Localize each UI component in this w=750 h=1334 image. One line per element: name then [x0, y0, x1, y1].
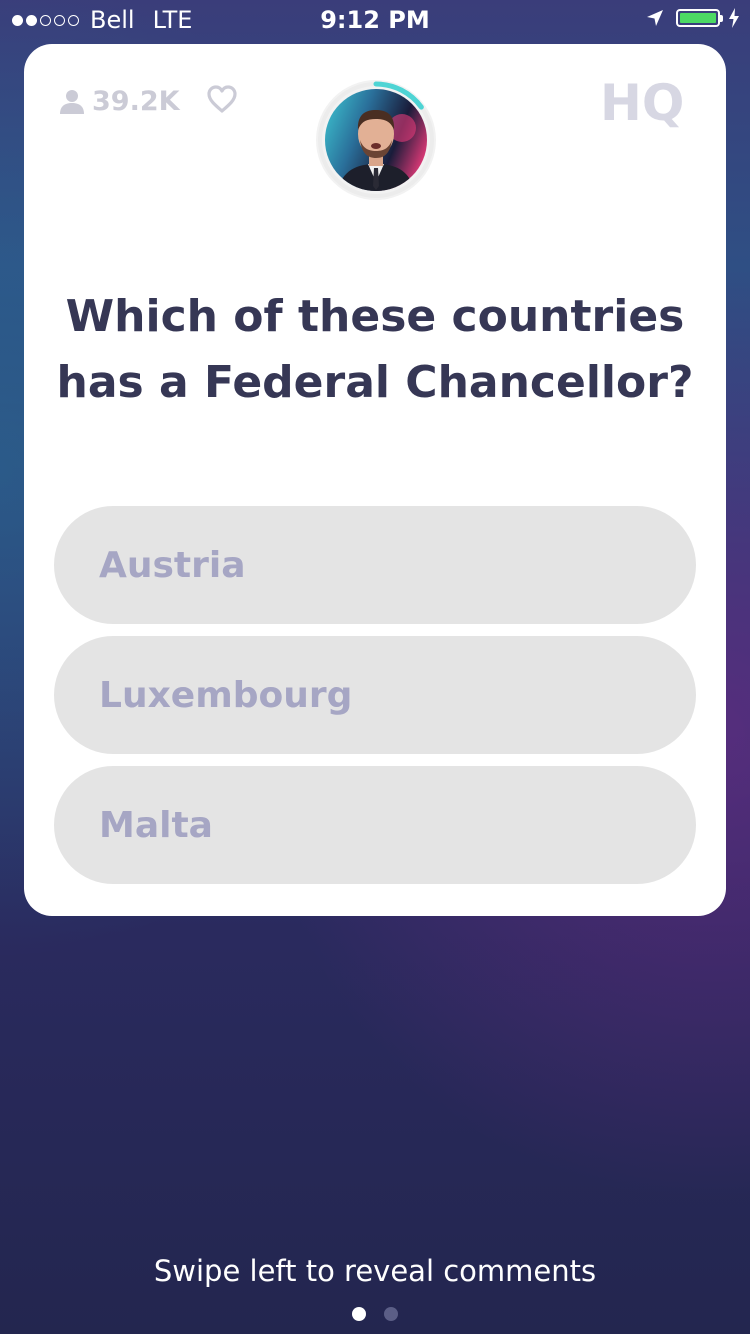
swipe-hint: Swipe left to reveal comments — [153, 1254, 597, 1288]
hq-logo: HQ — [600, 74, 692, 132]
answer-label: Malta — [99, 804, 213, 846]
answer-option-2[interactable]: Luxembourg — [54, 636, 696, 754]
heart-button[interactable] — [206, 84, 238, 118]
host-avatar — [316, 80, 436, 200]
charging-bolt-icon — [729, 8, 739, 28]
status-right — [646, 8, 740, 28]
battery-level — [680, 13, 716, 23]
page-dot-inactive[interactable] — [384, 1307, 398, 1321]
host-avatar-timer — [314, 78, 438, 202]
hq-logo-text: HQ — [600, 74, 684, 128]
status-bar: Bell LTE 9:12 PM — [0, 0, 750, 40]
battery-icon — [676, 9, 723, 27]
question-text: Which of these countries has a Federal C… — [56, 291, 694, 408]
answer-option-3[interactable]: Malta — [54, 766, 696, 884]
viewer-count: 39.2K — [60, 86, 180, 117]
viewer-count-value: 39.2K — [92, 86, 180, 117]
answer-option-1[interactable]: Austria — [54, 506, 696, 624]
answer-label: Austria — [99, 544, 246, 586]
answer-label: Luxembourg — [99, 674, 353, 716]
person-icon — [60, 89, 84, 114]
location-arrow-icon — [647, 10, 663, 26]
page-indicator[interactable] — [0, 1307, 750, 1321]
status-time: 9:12 PM — [320, 6, 430, 34]
question-card: 39.2K HQ Which of these countries has a … — [24, 44, 726, 916]
battery-tip — [720, 15, 723, 22]
page-dot-active[interactable] — [352, 1307, 366, 1321]
heart-outline-icon — [207, 85, 237, 113]
